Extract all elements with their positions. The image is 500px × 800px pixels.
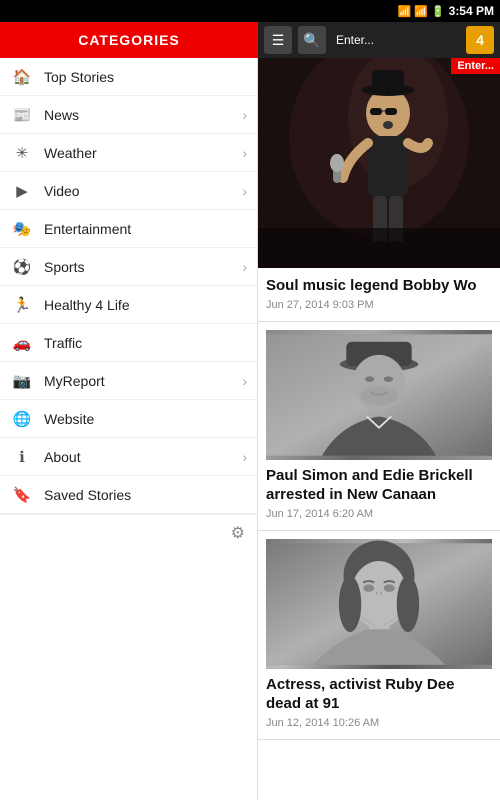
sidebar-item-label: Entertainment <box>44 221 247 237</box>
article-ruby-dee[interactable]: Actress, activist Ruby Dee dead at 91 Ju… <box>258 531 500 740</box>
sidebar-item-entertainment[interactable]: 🎭 Entertainment <box>0 210 257 248</box>
chevron-right-icon: › <box>242 373 247 389</box>
status-time: 3:54 PM <box>449 4 494 18</box>
chevron-right-icon: › <box>242 449 247 465</box>
chevron-right-icon: › <box>242 107 247 123</box>
sidebar-item-weather[interactable]: ✳ Weather › <box>0 134 257 172</box>
hamburger-button[interactable]: ☰ <box>264 26 292 54</box>
paul-simon-image <box>266 330 492 460</box>
chevron-right-icon: › <box>242 183 247 199</box>
sidebar-item-label: Sports <box>44 259 242 275</box>
weather-icon: ✳ <box>10 141 34 165</box>
main-panel: Enter... Soul music legend Bobby Wo Jun … <box>258 58 500 800</box>
search-icon: 🔍 <box>303 32 320 49</box>
website-icon: 🌐 <box>10 407 34 431</box>
sidebar-item-label: Website <box>44 411 247 427</box>
traffic-icon: 🚗 <box>10 331 34 355</box>
article-date: Jun 27, 2014 9:03 PM <box>266 299 492 311</box>
sidebar-item-label: Traffic <box>44 335 247 351</box>
sidebar-item-label: Healthy 4 Life <box>44 297 247 313</box>
hero-image: Enter... <box>258 58 500 268</box>
status-bar: 📶 📶 🔋 3:54 PM <box>0 0 500 22</box>
article-title: Actress, activist Ruby Dee dead at 91 <box>266 675 492 714</box>
sidebar-item-label: Top Stories <box>44 69 247 85</box>
chevron-right-icon: › <box>242 145 247 161</box>
sidebar-item-healthy-life[interactable]: 🏃 Healthy 4 Life <box>0 286 257 324</box>
sidebar-item-news[interactable]: 📰 News › <box>0 96 257 134</box>
status-icons: 📶 📶 🔋 <box>397 5 444 18</box>
article-paul-simon[interactable]: Paul Simon and Edie Brickell arrested in… <box>258 322 500 531</box>
sidebar-footer: ⚙ <box>0 514 257 551</box>
article-title: Paul Simon and Edie Brickell arrested in… <box>266 466 492 505</box>
main-header: ☰ 🔍 Enter... 4 <box>258 22 500 58</box>
about-icon: ℹ <box>10 445 34 469</box>
healthy-life-icon: 🏃 <box>10 293 34 317</box>
settings-icon[interactable]: ⚙ <box>231 523 245 543</box>
entertainment-icon: 🎭 <box>10 217 34 241</box>
channel-badge: 4 <box>466 26 494 54</box>
app-header: CATEGORIES ☰ 🔍 Enter... 4 <box>0 22 500 58</box>
section-label: Enter... <box>336 33 374 47</box>
hamburger-icon: ☰ <box>272 32 285 49</box>
article-date: Jun 12, 2014 10:26 AM <box>266 717 492 729</box>
myreport-icon: 📷 <box>10 369 34 393</box>
sidebar-item-sports[interactable]: ⚽ Sports › <box>0 248 257 286</box>
saved-stories-icon: 🔖 <box>10 483 34 507</box>
content-area: 🏠 Top Stories 📰 News › ✳ Weather › ▶ Vid… <box>0 58 500 800</box>
paul-simon-illustration <box>266 330 492 460</box>
sidebar-header: CATEGORIES <box>0 22 258 58</box>
sidebar-item-label: Saved Stories <box>44 487 247 503</box>
article-title: Soul music legend Bobby Wo <box>266 276 492 296</box>
sidebar-item-saved-stories[interactable]: 🔖 Saved Stories <box>0 476 257 514</box>
news-icon: 📰 <box>10 103 34 127</box>
sidebar: 🏠 Top Stories 📰 News › ✳ Weather › ▶ Vid… <box>0 58 258 800</box>
article-date: Jun 17, 2014 6:20 AM <box>266 508 492 520</box>
top-stories-icon: 🏠 <box>10 65 34 89</box>
sidebar-item-traffic[interactable]: 🚗 Traffic <box>0 324 257 362</box>
ruby-dee-illustration <box>266 539 492 669</box>
performer-illustration <box>258 58 500 268</box>
sidebar-item-myreport[interactable]: 📷 MyReport › <box>0 362 257 400</box>
sidebar-item-top-stories[interactable]: 🏠 Top Stories <box>0 58 257 96</box>
sidebar-item-label: Weather <box>44 145 242 161</box>
sidebar-item-label: MyReport <box>44 373 242 389</box>
search-button[interactable]: 🔍 <box>298 26 326 54</box>
sidebar-item-label: About <box>44 449 242 465</box>
video-icon: ▶ <box>10 179 34 203</box>
sidebar-item-about[interactable]: ℹ About › <box>0 438 257 476</box>
sidebar-item-label: Video <box>44 183 242 199</box>
article-bobby-wo[interactable]: Soul music legend Bobby Wo Jun 27, 2014 … <box>258 268 500 322</box>
entertainment-badge: Enter... <box>451 58 500 74</box>
sidebar-item-website[interactable]: 🌐 Website <box>0 400 257 438</box>
ruby-dee-image <box>266 539 492 669</box>
sports-icon: ⚽ <box>10 255 34 279</box>
categories-title: CATEGORIES <box>78 32 180 48</box>
sidebar-item-label: News <box>44 107 242 123</box>
sidebar-item-video[interactable]: ▶ Video › <box>0 172 257 210</box>
chevron-right-icon: › <box>242 259 247 275</box>
